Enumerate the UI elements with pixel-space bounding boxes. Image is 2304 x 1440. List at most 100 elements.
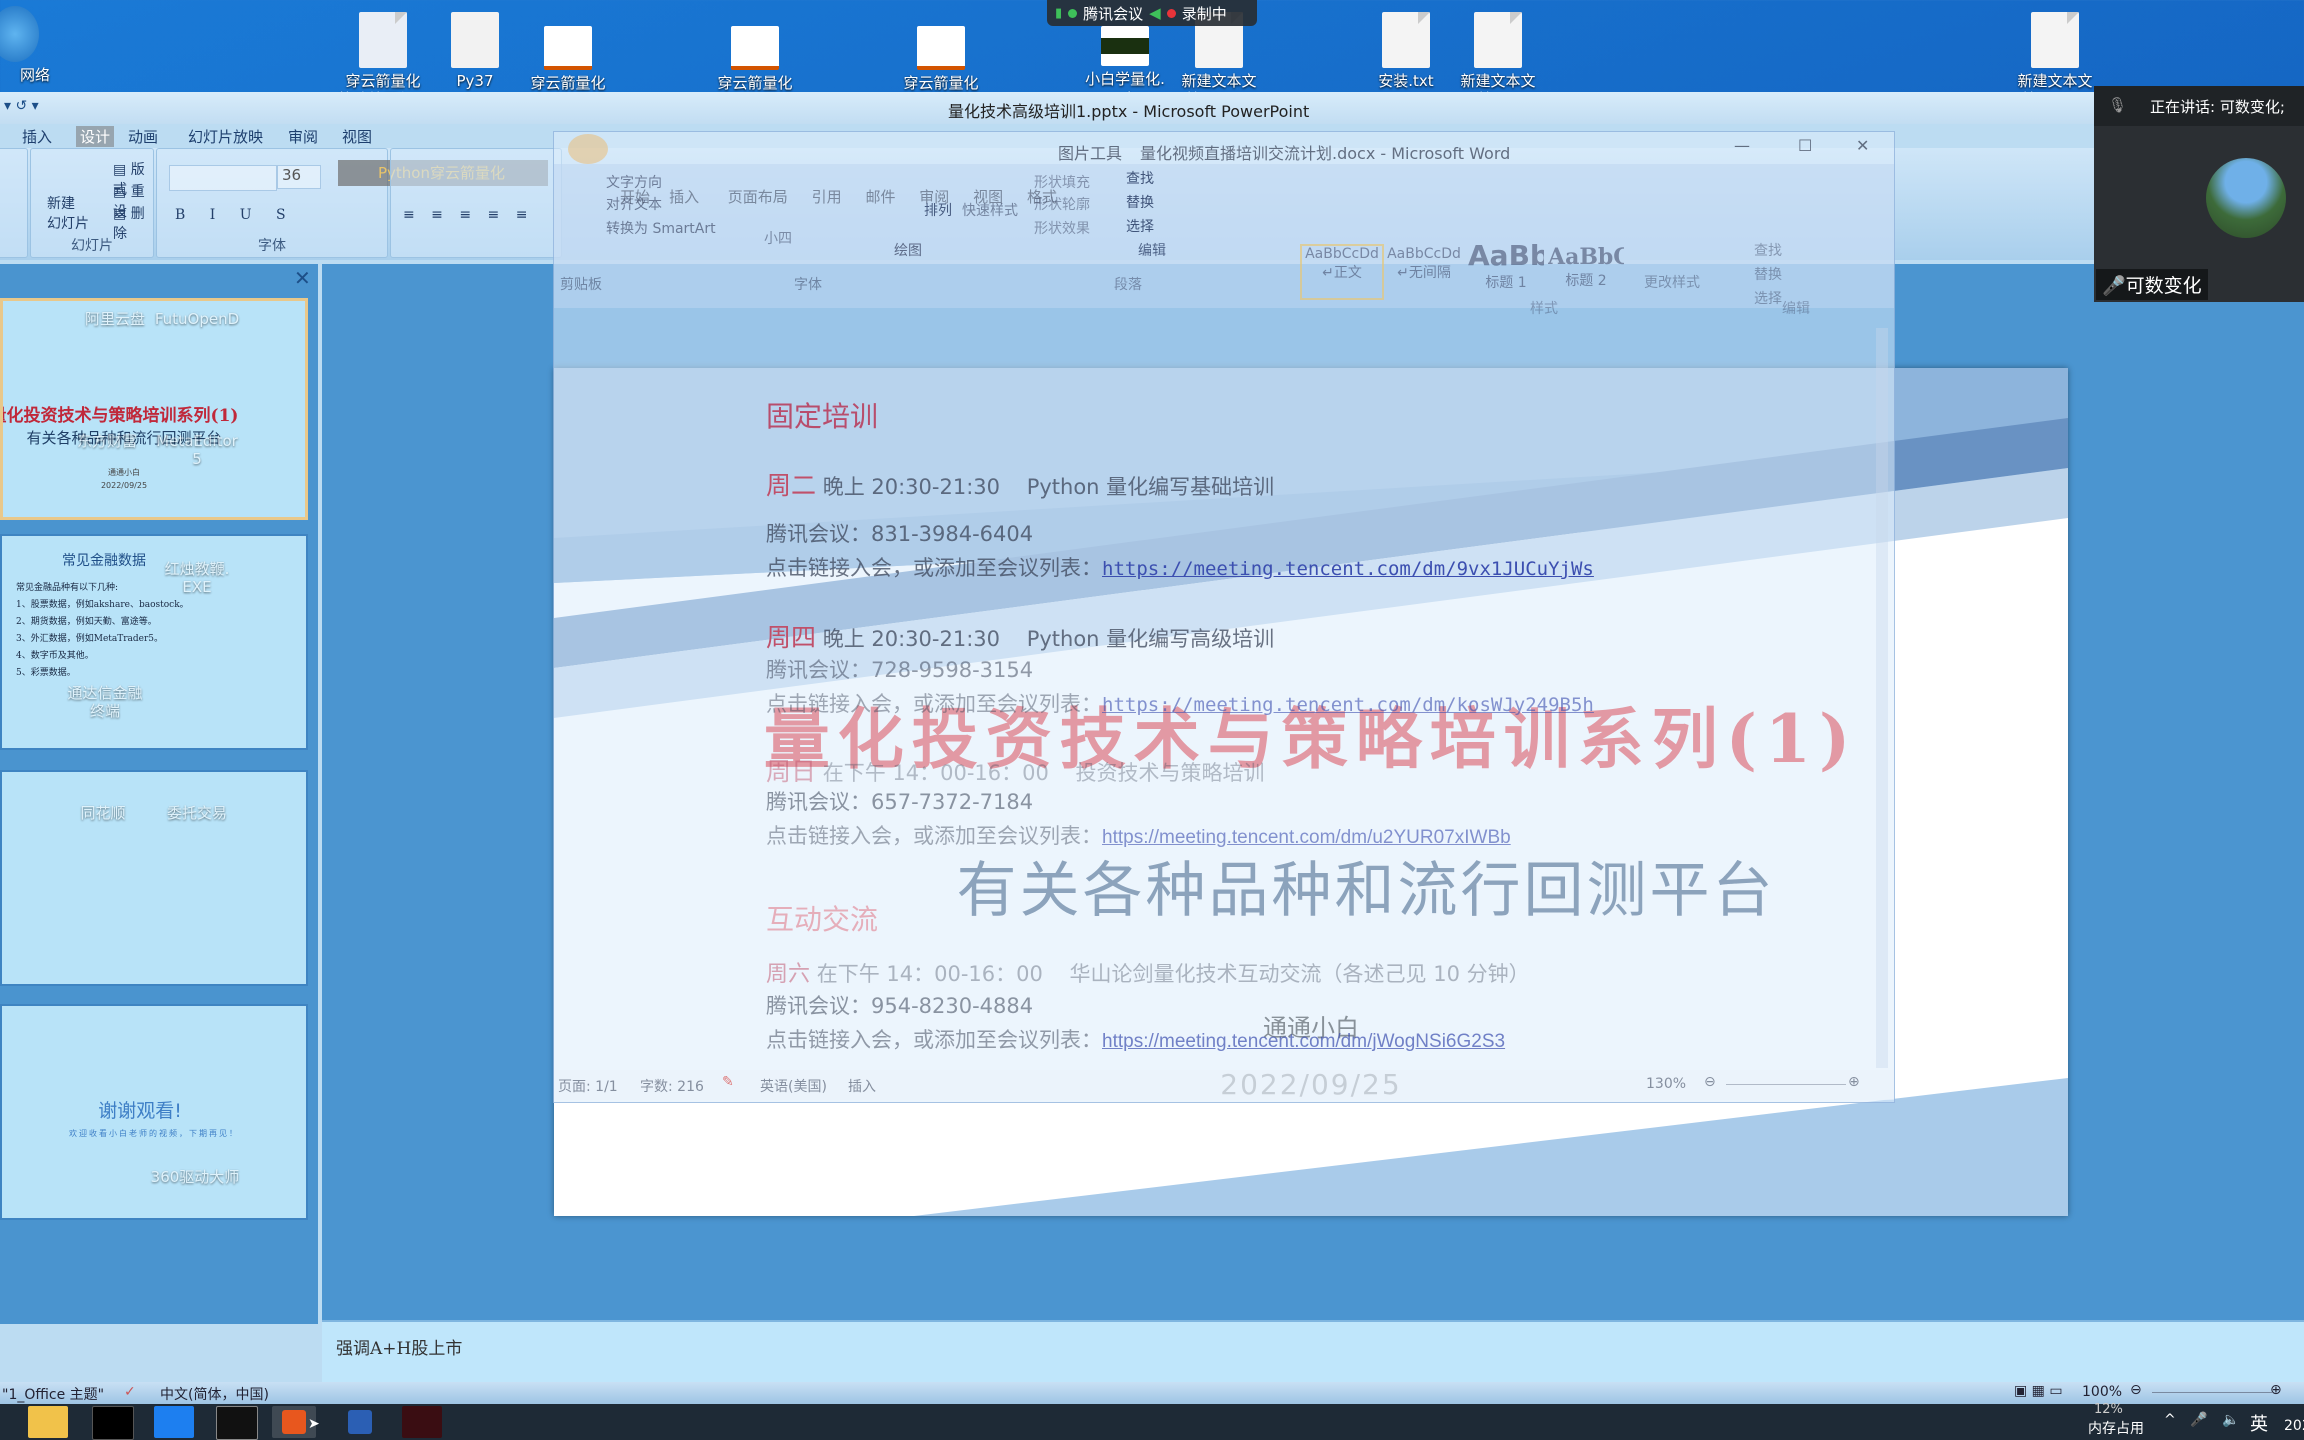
arrange-button[interactable]: 排列 — [924, 200, 952, 220]
desktop-icon-weituo[interactable]: 委托交易 — [142, 804, 252, 822]
new-slide-button[interactable]: 新建 幻灯片 — [47, 193, 89, 233]
shape-effects-button[interactable]: 形状效果 — [1034, 218, 1090, 238]
meeting-link[interactable]: https://meeting.tencent.com/dm/kosWJy249… — [1102, 694, 1594, 716]
tab-insert[interactable]: 插入 — [22, 126, 52, 147]
clipboard-group-label: 剪贴板 — [560, 277, 602, 293]
desktop-icon-metaeditor[interactable]: MetaEditor 5 — [142, 432, 252, 468]
find-button[interactable]: 查找 — [1126, 168, 1154, 188]
font-format-buttons[interactable]: B I U S — [175, 207, 296, 223]
meeting-link[interactable]: https://meeting.tencent.com/dm/9vx1JUCuY… — [1102, 558, 1594, 580]
drawing-group-label: 绘图 — [894, 243, 922, 259]
tab-animation[interactable]: 动画 — [128, 126, 158, 147]
show-hidden-icons[interactable]: ^ — [2164, 1412, 2176, 1428]
meeting-link-line: 点击链接入会，或添加至会议列表：https://meeting.tencent.… — [766, 824, 1511, 848]
memory-label[interactable]: 内存占用 — [2088, 1418, 2144, 1438]
meeting-link[interactable]: https://meeting.tencent.com/dm/jWogNSi6G… — [1102, 1031, 1505, 1052]
view-buttons[interactable]: ▣ ▦ ▭ — [2014, 1383, 2063, 1399]
powerpoint-icon — [282, 1410, 306, 1434]
terminal-icon[interactable] — [216, 1406, 258, 1440]
proofing-icon[interactable]: ✎ — [722, 1074, 734, 1090]
desktop-icon-network[interactable]: 网络 — [0, 6, 70, 84]
word-tab-layout[interactable]: 页面布局 — [728, 188, 788, 206]
clock[interactable]: 202 — [2284, 1418, 2304, 1434]
powerpoint-titlebar: ▾ ↺ ▾ 量化技术高级培训1.pptx - Microsoft PowerPo… — [0, 92, 2304, 124]
tab-view[interactable]: 视图 — [342, 126, 372, 147]
tab-design[interactable]: 设计 — [76, 126, 115, 147]
select-button[interactable]: 选择 — [1126, 216, 1154, 236]
meeting-id: 腾讯会议：954-8230-4884 — [766, 994, 1034, 1018]
desktop-icon-tdx[interactable]: 通达信金融 终端 — [50, 684, 160, 720]
ime-indicator[interactable]: 英 — [2250, 1410, 2268, 1436]
word-zoom-in[interactable]: ⊕ — [1848, 1074, 1860, 1090]
close-pane-icon[interactable]: ✕ — [294, 266, 311, 290]
word-tab-references[interactable]: 引用 — [812, 188, 842, 206]
tab-slideshow[interactable]: 幻灯片放映 — [188, 126, 263, 147]
word-vertical-scrollbar[interactable] — [1876, 328, 1888, 1068]
align-text-button[interactable]: 对齐文本 — [606, 194, 662, 214]
zoom-slider[interactable] — [2152, 1392, 2272, 1393]
word-select-button[interactable]: 选择 — [1754, 288, 1782, 308]
shape-outline-button[interactable]: 形状轮廓 — [1034, 194, 1090, 214]
word-language[interactable]: 英语(美国) — [760, 1076, 827, 1096]
align-buttons[interactable]: ≡ ≡ ≡ ≡ ≡ — [403, 207, 533, 223]
tencent-meeting-bar[interactable]: ▮ 腾讯会议 ◀ 录制中 — [1047, 0, 1257, 26]
word-font-size[interactable]: 小四 — [764, 228, 792, 248]
ic-markets-icon[interactable] — [92, 1406, 134, 1440]
desktop-icon-360driver[interactable]: 360驱动大师 — [140, 1168, 250, 1186]
word-tab-insert[interactable]: 插入 — [669, 188, 699, 206]
meeting-link[interactable]: https://meeting.tencent.com/dm/u2YUR07xI… — [1102, 827, 1511, 848]
quick-styles-button[interactable]: 快速样式 — [962, 200, 1018, 220]
insert-mode[interactable]: 插入 — [848, 1076, 876, 1096]
speaker-icon[interactable]: ◀ — [1149, 4, 1161, 22]
file-explorer-icon[interactable] — [28, 1406, 68, 1438]
style-heading-2[interactable]: AaBbC 标题 2 — [1548, 244, 1624, 296]
slide-thumbnail-3[interactable] — [0, 770, 308, 986]
convert-smartart-button[interactable]: 转换为 SmartArt — [606, 218, 716, 238]
replace-button[interactable]: 替换 — [1126, 192, 1154, 212]
microphone-icon: 🎤 — [2102, 275, 2126, 297]
font-name-input[interactable] — [169, 165, 277, 191]
spellcheck-icon[interactable]: ✓ — [124, 1384, 136, 1400]
volume-icon[interactable]: 🔈 — [2222, 1412, 2239, 1428]
text-file-icon — [1382, 12, 1430, 68]
thumb-author: 通通小白 — [108, 468, 140, 477]
style-heading-1[interactable]: AaBb 标题 1 — [1468, 240, 1544, 296]
powerpoint-title: 量化技术高级培训1.pptx - Microsoft PowerPoint — [948, 102, 1310, 121]
style-normal[interactable]: AaBbCcDd ↵正文 — [1300, 244, 1384, 300]
word-find-button[interactable]: 查找 — [1754, 240, 1782, 260]
word-zoom-slider[interactable] — [1726, 1084, 1846, 1085]
word-tab-mailings[interactable]: 邮件 — [865, 188, 895, 206]
tencent-meeting-icon[interactable] — [154, 1406, 194, 1438]
close-button[interactable]: ✕ — [1856, 136, 1869, 155]
word-taskbar-button[interactable] — [340, 1406, 380, 1438]
tab-review[interactable]: 审阅 — [288, 126, 318, 147]
notes-pane[interactable]: 强调A+H股上市 — [322, 1320, 2304, 1384]
slide-thumbnail-4[interactable]: 谢谢观看! 欢迎收看小白老师的视频，下期再见！ — [0, 1004, 308, 1220]
desktop-icon-futu[interactable]: FutuOpenD — [142, 310, 252, 328]
shape-fill-button[interactable]: 形状填充 — [1034, 172, 1090, 192]
quick-access-toolbar[interactable]: ▾ ↺ ▾ — [4, 98, 39, 114]
microphone-tray-icon[interactable]: 🎤 — [2190, 1412, 2207, 1428]
desktop-icon-hongzhu[interactable]: 红烛教鞭. EXE — [142, 560, 252, 596]
change-styles-button[interactable]: 更改样式 — [1644, 272, 1700, 292]
zoom-out-button[interactable]: ⊖ — [2130, 1382, 2142, 1398]
slide-thumbnail-1[interactable]: 量化投资技术与策略培训系列(1) 有关各种品种和流行回测平台 通通小白 2022… — [0, 298, 308, 520]
language-status[interactable]: 中文(简体，中国) — [160, 1384, 269, 1404]
style-no-spacing[interactable]: AaBbCcDd ↵无间隔 — [1384, 246, 1464, 298]
recording-status[interactable]: 录制中 — [1182, 3, 1227, 24]
office-button[interactable] — [568, 134, 608, 164]
text-direction-button[interactable]: 文字方向 — [606, 172, 662, 192]
word-title: 量化视频直播培训交流计划.docx - Microsoft Word — [1140, 144, 1511, 163]
maximize-button[interactable]: ☐ — [1798, 136, 1812, 155]
thumb-title: 谢谢观看! — [98, 1100, 182, 1122]
minimize-button[interactable]: — — [1734, 136, 1750, 155]
meeting-id: 腾讯会议：831-3984-6404 — [766, 522, 1034, 546]
theme-name: "1_Office 主题" — [2, 1387, 105, 1403]
word-zoom-out[interactable]: ⊖ — [1704, 1074, 1716, 1090]
chart-app-icon[interactable] — [402, 1406, 442, 1438]
styles-group-label: 样式 — [1530, 301, 1558, 317]
zoom-in-button[interactable]: ⊕ — [2270, 1382, 2282, 1398]
word-replace-button[interactable]: 替换 — [1754, 264, 1782, 284]
meeting-video-panel[interactable]: 🎙 正在讲话: 可数变化; 🎤可数变化 — [2094, 86, 2304, 302]
font-size-input[interactable]: 36 — [277, 165, 321, 189]
